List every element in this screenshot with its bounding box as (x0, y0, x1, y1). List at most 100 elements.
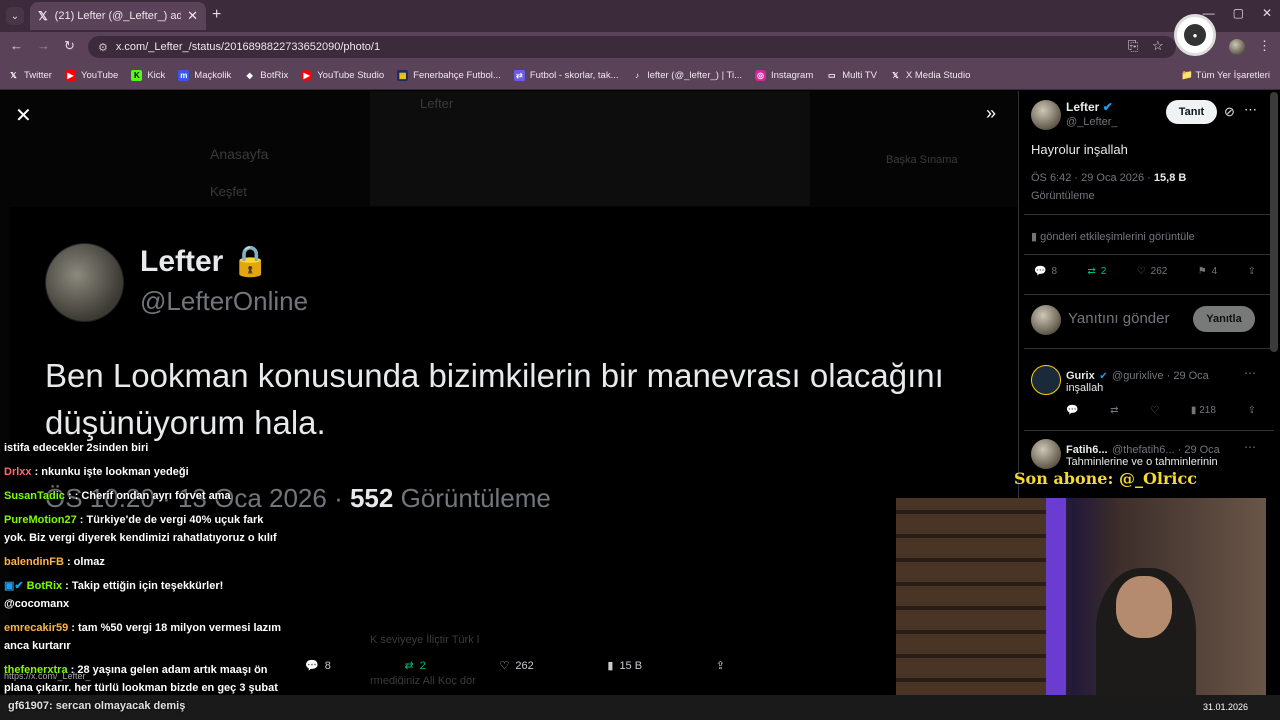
recording-indicator: ● (1174, 14, 1216, 56)
all-bookmarks[interactable]: 📁 Tüm Yer İşaretleri (1181, 70, 1270, 81)
divider (1024, 430, 1274, 431)
bookmark-mackolik[interactable]: m Maçkolik (178, 70, 231, 81)
reply-actions: 💬 ⇄ ♡ ▮ 218 ⇪ (1066, 405, 1256, 416)
viewer-repost-button[interactable]: ⇄ 2 (404, 659, 425, 673)
bottom-chat-message: gf61907: sercan olmayacak demiş (8, 700, 186, 712)
divider (1024, 254, 1274, 255)
my-avatar (1031, 305, 1061, 335)
reply-avatar-fatih[interactable] (1031, 439, 1061, 469)
back-icon[interactable]: ← (10, 38, 23, 53)
reply-more-icon[interactable]: ⋯ (1244, 440, 1256, 454)
bookmark-twitter[interactable]: 𝕏 Twitter (8, 70, 52, 81)
bookmark-fenerbahce[interactable]: ▦ Fenerbahçe Futbol... (397, 70, 501, 81)
reply-icon[interactable]: 💬 (1066, 405, 1078, 416)
insights-icon: ▮ (1031, 231, 1041, 243)
bookmark-kick[interactable]: K Kick (131, 70, 165, 81)
tab-search-icon[interactable]: ⌄ (6, 7, 24, 25)
reply-submit-button[interactable]: Yanıtla (1193, 306, 1255, 332)
new-tab-icon[interactable]: + (212, 6, 221, 24)
bookmark-tiktok[interactable]: ♪ lefter (@_lefter_) | Ti... (632, 70, 742, 81)
quoted-handle: @LefterOnline (140, 286, 309, 316)
reply-input[interactable]: Yanıtını gönder (1068, 310, 1169, 327)
close-viewer-icon[interactable]: ✕ (15, 103, 32, 128)
bookmark-xmedia[interactable]: 𝕏X Media Studio (890, 70, 970, 81)
viewer-views-button[interactable]: ▮ 15 B (607, 659, 642, 673)
purple-light (1046, 498, 1066, 702)
bookmark-multitv[interactable]: ▭ Multi TV (826, 70, 877, 81)
share-icon: ⇪ (715, 660, 725, 672)
like-button[interactable]: ♡ 262 (1137, 266, 1168, 277)
site-info-icon[interactable]: ⚙ (98, 41, 108, 54)
bookshelf (896, 498, 1046, 702)
window-controls: — ▢ ✕ (1203, 6, 1272, 20)
tab-close-icon[interactable]: ✕ (187, 8, 198, 24)
reply-button[interactable]: 💬 8 (1034, 266, 1057, 277)
viewer-reply-button[interactable]: 💬 8 (305, 659, 331, 673)
author-avatar[interactable] (1031, 100, 1061, 130)
bookmark-botrix[interactable]: ◆ BotRix (244, 70, 289, 81)
post-timestamp[interactable]: ÖS 6:42 · 29 Oca 2026 · 15,8 B (1031, 172, 1186, 184)
verified-icon: ✔ (1099, 371, 1108, 382)
lock-icon: 🔒 (231, 245, 270, 278)
viewer-action-bar: 💬 8 ⇄ 2 ♡ 262 ▮ 15 B ⇪ (305, 659, 725, 673)
share-button[interactable]: ⇪ (1248, 266, 1256, 277)
heart-icon: ♡ (1136, 266, 1146, 277)
chat-message: SusanTadic : : Cherif ondan ayrı forvet … (4, 490, 231, 502)
divider (1024, 214, 1274, 215)
profile-avatar[interactable] (1229, 39, 1245, 55)
scrollbar[interactable] (1270, 92, 1278, 352)
bookmark-instagram[interactable]: ◎ Instagram (755, 70, 813, 81)
install-app-icon[interactable]: ⎘ (1128, 38, 1138, 54)
more-icon[interactable]: ⋯ (1244, 102, 1257, 118)
viewer-share-button[interactable]: ⇪ (716, 659, 725, 672)
url-text: x.com/_Lefter_/status/201689882273365209… (115, 41, 381, 53)
reply-avatar-gurix[interactable] (1031, 365, 1061, 395)
views-button[interactable]: ▮ 218 (1191, 405, 1216, 416)
repost-icon: ⇄ (404, 660, 414, 672)
bookmarks-bar: 𝕏 Twitter ▶ YouTube K Kick m Maçkolik ◆ BotRi… (0, 62, 1280, 90)
verified-icon: ✔ (1102, 100, 1113, 114)
tab-title: (21) Lefter (@_Lefter_) adlı kull (54, 10, 182, 22)
bookmark-youtube-studio[interactable]: ▶ YouTube Studio (301, 70, 384, 81)
bookmark-star-icon[interactable]: ☆ (1152, 38, 1164, 54)
taskbar-date: 31.01.2026 (1203, 702, 1249, 712)
heart-icon: ♡ (499, 660, 510, 672)
chat-message: emrecakir59 : tam %50 vergi 18 milyon ve… (4, 622, 281, 652)
status-url: https://x.com/_Lefter_ (4, 671, 91, 681)
repost-button[interactable]: ⇄ 2 (1087, 266, 1106, 277)
heart-icon[interactable]: ♡ (1150, 405, 1159, 416)
quoted-avatar (45, 243, 124, 322)
grok-icon[interactable]: ⊘ (1224, 104, 1235, 120)
view-insights-link[interactable]: ▮ gönderi etkileşimlerini görüntüle (1031, 230, 1195, 243)
expand-panel-icon[interactable]: » (986, 103, 996, 124)
recorder-icon: ● (1184, 24, 1206, 46)
last-subscriber-overlay: Son abone: @_Olricc (1014, 469, 1197, 488)
reload-icon[interactable]: ↻ (64, 38, 75, 54)
reply-more-icon[interactable]: ⋯ (1244, 366, 1256, 380)
ghost-nav-home: Anasayfa (210, 146, 269, 162)
close-window-icon[interactable]: ✕ (1262, 6, 1272, 20)
reply-icon: 💬 (305, 660, 319, 672)
forward-icon[interactable]: → (37, 38, 50, 53)
ghost-suggest: Başka Sınama (886, 154, 958, 166)
active-tab[interactable]: 𝕏 (21) Lefter (@_Lefter_) adlı kull ✕ (30, 2, 206, 30)
author-handle[interactable]: @_Lefter_ (1066, 116, 1118, 128)
bot-badge-icon: ▣✔ (4, 580, 27, 592)
maximize-icon[interactable]: ▢ (1233, 6, 1244, 20)
taskbar (0, 695, 1280, 720)
repost-icon[interactable]: ⇄ (1110, 405, 1118, 416)
ghost-profile: Lefter (420, 96, 454, 111)
address-bar[interactable]: ⚙ x.com/_Lefter_/status/2016898822733652… (88, 36, 1176, 58)
menu-kebab-icon[interactable]: ⋮ (1258, 38, 1271, 54)
bookmark-button[interactable]: ⚑ 4 (1198, 266, 1218, 277)
chat-message: PureMotion27 : Türkiye'de de vergi 40% u… (4, 514, 277, 544)
promote-button[interactable]: Tanıt (1166, 100, 1217, 124)
bookmark-futbol[interactable]: ⇄ Futbol - skorlar, tak... (513, 70, 619, 81)
chat-message: balendinFB : olmaz (4, 556, 105, 568)
chat-message: Drlxx : nkunku işte lookman yedeği (4, 466, 189, 478)
share-icon[interactable]: ⇪ (1248, 405, 1256, 416)
viewer-like-button[interactable]: ♡ 262 (499, 659, 533, 673)
post-actions: 💬 8 ⇄ 2 ♡ 262 ⚑ 4 ⇪ (1034, 266, 1256, 277)
author-name[interactable]: Lefter ✔ (1066, 100, 1113, 114)
bookmark-youtube[interactable]: ▶ YouTube (64, 70, 118, 81)
